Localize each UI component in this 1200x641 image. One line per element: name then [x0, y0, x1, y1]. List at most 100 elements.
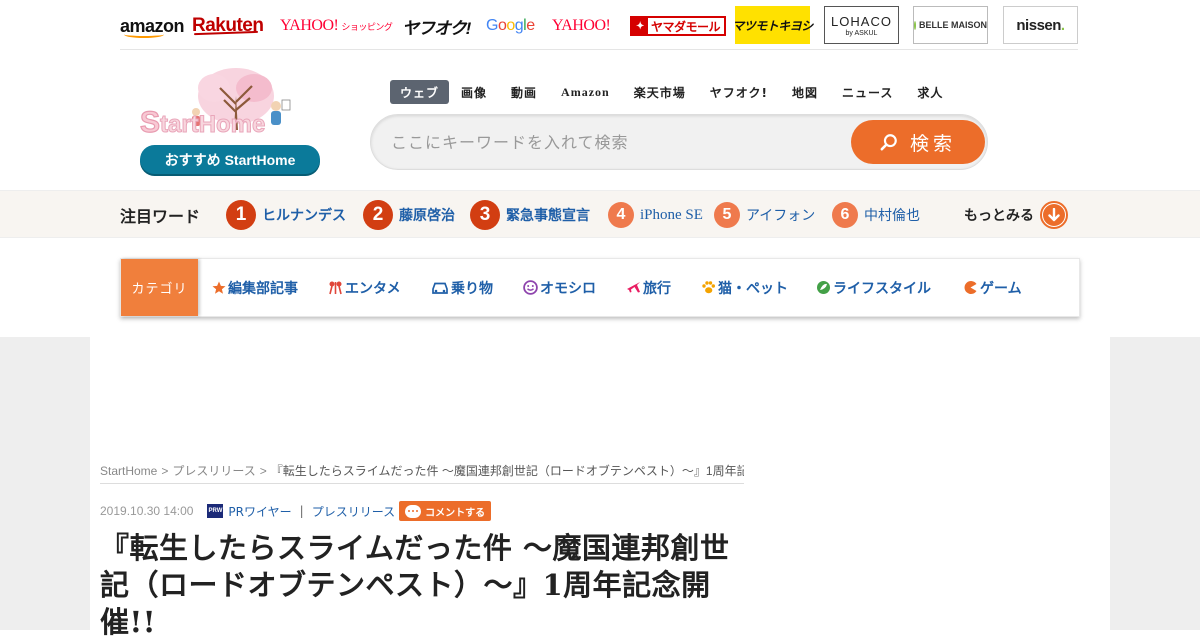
arrow-down-icon: [1040, 201, 1068, 229]
category-nav: カテゴリ 編集部記事 エンタメ 乗り物 オモシロ 旅行 猫・ペット ライフスタイ…: [120, 258, 1080, 317]
category-games[interactable]: ゲーム: [963, 259, 1022, 316]
rank-badge: 4: [608, 202, 634, 228]
see-more-link[interactable]: もっとみる: [964, 191, 1068, 239]
partner-logo-bar: amazon Rakuten YAHOO! ショッピング ヤフオク! Googl…: [120, 4, 1078, 50]
smile-icon: [523, 280, 538, 295]
belle-maison-dot-icon: [914, 20, 916, 30]
category-lifestyle[interactable]: ライフスタイル: [816, 259, 931, 316]
category-text: 乗り物: [451, 280, 493, 297]
search-icon: [880, 134, 897, 151]
tab-news[interactable]: ニュース: [830, 80, 905, 104]
lohaco-logo-text: LOHACO: [831, 13, 892, 29]
yahoo-logo-link[interactable]: YAHOO!: [552, 4, 611, 48]
comment-button-label: コメントする: [425, 507, 486, 519]
category-text: 猫・ペット: [718, 280, 788, 297]
breadcrumb-home[interactable]: StartHome: [100, 464, 157, 478]
paw-icon: [701, 280, 716, 295]
tab-rakuten[interactable]: 楽天市場: [622, 80, 698, 104]
trending-item-2[interactable]: 2 藤原啓治: [363, 191, 455, 239]
category-pets[interactable]: 猫・ペット: [701, 259, 788, 316]
trending-item-5[interactable]: 5 アイフォン: [714, 191, 815, 239]
rank-badge: 1: [226, 200, 256, 230]
tab-images[interactable]: 画像: [449, 80, 499, 104]
belle-maison-logo-link[interactable]: BELLE MAISON: [913, 6, 988, 44]
logo-wordmark: StartHome: [322, 66, 323, 67]
trending-item-6[interactable]: 6 中村倫也: [832, 191, 920, 239]
breadcrumb-separator: >: [259, 463, 267, 478]
search-button-label: 検索: [909, 132, 956, 155]
rank-badge: 2: [363, 200, 393, 230]
yamada-mall-logo: ✦ ヤマダモール: [630, 16, 727, 36]
category-editorial[interactable]: 編集部記事: [211, 259, 298, 316]
trending-label: 中村倫也: [864, 208, 920, 224]
tab-videos[interactable]: 動画: [499, 80, 549, 104]
trending-item-4[interactable]: 4 iPhone SE: [608, 191, 703, 239]
rakuten-logo-link[interactable]: Rakuten: [192, 4, 264, 48]
yamada-mall-logo-text: ヤマダモール: [651, 19, 721, 34]
rank-badge: 5: [714, 202, 740, 228]
airplane-icon: [626, 280, 641, 295]
trending-label: アイフォン: [746, 208, 816, 224]
article-source-link[interactable]: PRワイヤー: [228, 503, 291, 520]
spotlight-icon: [328, 280, 343, 295]
category-text: 旅行: [643, 280, 671, 297]
svg-text:tartHome: tartHome: [160, 111, 265, 138]
search-type-tabs: ウェブ 画像 動画 Amazon 楽天市場 ヤフオク! 地図 ニュース 求人: [390, 80, 955, 104]
category-label: カテゴリ: [121, 259, 198, 316]
tab-jobs[interactable]: 求人: [905, 80, 955, 104]
pr-wire-icon: PRW: [207, 504, 224, 518]
trending-label: iPhone SE: [640, 206, 703, 223]
breadcrumb: StartHome > プレスリリース > 『転生したらスライムだった件 〜魔国…: [100, 458, 744, 484]
starthome-logo-link[interactable]: S tartHome StartHome おすすめ StartHome: [136, 66, 322, 176]
search-input[interactable]: [391, 115, 841, 169]
category-text: ゲーム: [980, 280, 1022, 297]
comment-button[interactable]: コメントする: [399, 501, 492, 521]
google-logo-letter: G: [486, 17, 498, 34]
matsukiyo-logo-text: マツモトキヨシ: [732, 18, 813, 33]
matsukiyo-logo-link[interactable]: マツモトキヨシ: [732, 6, 813, 44]
yamada-mark-icon: ✦: [632, 18, 648, 34]
breadcrumb-section[interactable]: プレスリリース: [172, 462, 255, 479]
yahoo-logo-text: YAHOO!: [552, 17, 611, 34]
article-meta: 2019.10.30 14:00 PRW PRワイヤー | プレスリリース コメ…: [100, 500, 492, 522]
category-entertainment[interactable]: エンタメ: [328, 259, 401, 316]
category-text: エンタメ: [345, 280, 401, 297]
breadcrumb-separator: >: [161, 463, 169, 478]
category-funny[interactable]: オモシロ: [523, 259, 596, 316]
breadcrumb-current: 『転生したらスライムだった件 〜魔国連邦創世記（ロードオブテンペスト）〜』1周年…: [270, 464, 744, 478]
meta-divider: |: [299, 504, 304, 518]
lohaco-logo-link[interactable]: LOHACO by ASKUL: [824, 6, 899, 44]
search-button[interactable]: 検索: [851, 120, 985, 164]
trending-title: 注目ワード: [120, 207, 201, 226]
category-travel[interactable]: 旅行: [626, 259, 671, 316]
nissen-logo-link[interactable]: nissen.: [1003, 6, 1078, 44]
trending-item-3[interactable]: 3 緊急事態宣言: [470, 191, 590, 239]
google-logo-letter: o: [506, 17, 515, 34]
yahuoku-logo-link[interactable]: ヤフオク!: [402, 4, 471, 48]
google-logo-letter: g: [514, 17, 524, 34]
tab-web[interactable]: ウェブ: [390, 80, 450, 104]
tab-amazon[interactable]: Amazon: [549, 80, 622, 104]
trending-words-bar: 注目ワード 1 ヒルナンデス 2 藤原啓治 3 緊急事態宣言 4 iPhone …: [0, 190, 1200, 238]
pacman-icon: [963, 280, 978, 295]
yamada-mall-logo-link[interactable]: ✦ ヤマダモール: [630, 4, 727, 48]
category-text: ライフスタイル: [833, 280, 931, 297]
amazon-logo-link[interactable]: amazon: [120, 4, 185, 48]
pill-name: StartHome: [224, 151, 296, 168]
nissen-logo-text: nissen: [1016, 16, 1061, 34]
tab-map[interactable]: 地図: [780, 80, 830, 104]
leaf-icon: [816, 280, 831, 295]
speech-bubble-icon: [405, 504, 422, 518]
tab-yahuoku[interactable]: ヤフオク!: [698, 80, 780, 104]
svg-text:S: S: [140, 106, 160, 139]
google-logo-link[interactable]: Google: [486, 4, 535, 48]
belle-maison-logo-text: BELLE MAISON: [918, 20, 987, 30]
trending-item-1[interactable]: 1 ヒルナンデス: [226, 191, 346, 239]
yahoo-shopping-logo-link[interactable]: YAHOO! ショッピング: [280, 4, 393, 48]
category-vehicles[interactable]: 乗り物: [431, 259, 493, 316]
article-date: 2019.10.30 14:00: [100, 504, 194, 518]
yahoo-shopping-logo-text: YAHOO!: [280, 17, 339, 34]
article-category-link[interactable]: プレスリリース: [312, 503, 395, 520]
trending-label: ヒルナンデス: [262, 208, 346, 224]
see-more-label: もっとみる: [964, 208, 1034, 224]
